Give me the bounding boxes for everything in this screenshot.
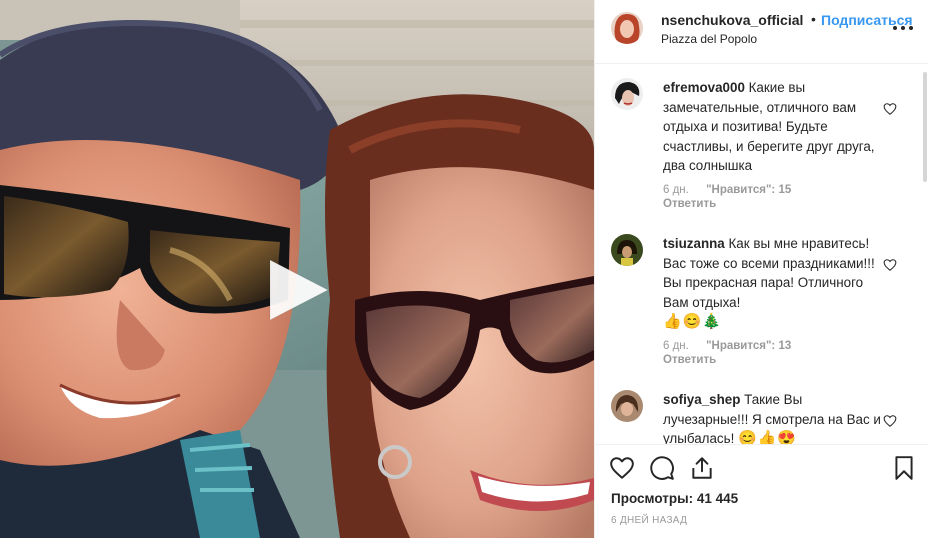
comment-time[interactable]: 6 дн. xyxy=(663,340,689,352)
comments-scrollbar[interactable] xyxy=(922,64,928,444)
comments-list[interactable]: efremova000 Какие вы замечательные, отли… xyxy=(595,64,928,444)
post-date[interactable]: 6 ДНЕЙ НАЗАД xyxy=(611,515,687,526)
bookmark-icon[interactable] xyxy=(891,455,917,481)
comment-item: tsiuzanna Как вы мне нравитесь! Вас тоже… xyxy=(595,234,921,374)
scrollbar-thumb[interactable] xyxy=(923,72,927,182)
post-header: nsenchukova_official • Подписаться Piazz… xyxy=(595,0,928,64)
commenter-avatar[interactable] xyxy=(611,390,643,422)
post-side-panel: nsenchukova_official • Подписаться Piazz… xyxy=(594,0,928,538)
comment-meta: 6 дн. "Нравится": 13 xyxy=(663,340,791,352)
comment-emoji: 👍😊🎄 xyxy=(663,313,723,330)
author-avatar[interactable] xyxy=(611,12,643,44)
like-comment-icon[interactable] xyxy=(883,258,897,272)
like-comment-icon[interactable] xyxy=(883,414,897,428)
comment-text: sofiya_shep Такие Вы лучезарные!!! Я смо… xyxy=(663,390,883,444)
reply-button[interactable]: Ответить xyxy=(663,354,716,366)
like-comment-icon[interactable] xyxy=(883,102,897,116)
author-username[interactable]: nsenchukova_official xyxy=(661,12,811,28)
comment-likes[interactable]: "Нравится": 13 xyxy=(706,340,791,352)
comment-text: efremova000 Какие вы замечательные, отли… xyxy=(663,78,883,176)
header-separator: • xyxy=(811,11,816,27)
heart-icon[interactable] xyxy=(609,455,635,481)
comment-icon[interactable] xyxy=(649,455,675,481)
commenter-username[interactable]: tsiuzanna xyxy=(663,236,725,251)
comment-meta: 6 дн. "Нравится": 15 xyxy=(663,184,791,196)
post-location[interactable]: Piazza del Popolo xyxy=(661,32,757,46)
more-options-icon[interactable] xyxy=(891,18,915,38)
post-video[interactable] xyxy=(0,0,594,538)
view-count: Просмотры: 41 445 xyxy=(611,491,739,506)
comment-text: tsiuzanna Как вы мне нравитесь! Вас тоже… xyxy=(663,234,883,332)
play-icon[interactable] xyxy=(262,254,332,326)
commenter-avatar[interactable] xyxy=(611,234,643,266)
commenter-username[interactable]: sofiya_shep xyxy=(663,392,740,407)
commenter-avatar[interactable] xyxy=(611,78,643,110)
post-actions: Просмотры: 41 445 6 ДНЕЙ НАЗАД xyxy=(595,444,928,538)
comment-item: sofiya_shep Такие Вы лучезарные!!! Я смо… xyxy=(595,390,921,444)
comment-time[interactable]: 6 дн. xyxy=(663,184,689,196)
comment-emoji: 😊👍😍 xyxy=(738,430,798,444)
reply-button[interactable]: Ответить xyxy=(663,198,716,210)
comment-item: efremova000 Какие вы замечательные, отли… xyxy=(595,78,921,228)
commenter-username[interactable]: efremova000 xyxy=(663,80,745,95)
comment-likes[interactable]: "Нравится": 15 xyxy=(706,184,791,196)
share-icon[interactable] xyxy=(689,455,715,481)
